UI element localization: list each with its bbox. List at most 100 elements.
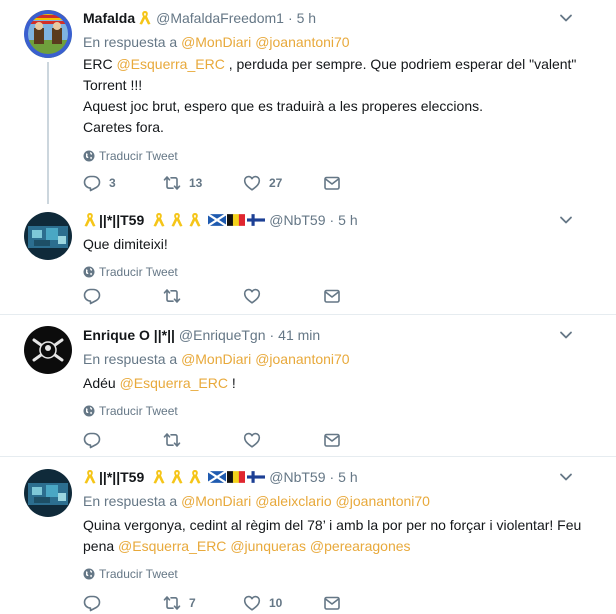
like-button[interactable]: 10 <box>243 594 323 612</box>
mention-link[interactable]: @joanantoni70 <box>255 34 349 50</box>
translate-tweet-link[interactable]: Traducir Tweet <box>83 264 604 280</box>
translate-tweet-link[interactable]: Traducir Tweet <box>83 148 604 164</box>
text-line: Quina vergonya, cedint al règim del 78’ … <box>83 517 582 533</box>
translate-label: Traducir Tweet <box>99 404 178 418</box>
ribbon-icon <box>138 10 152 26</box>
reply-prefix: En respuesta a <box>83 351 178 367</box>
mention-link[interactable]: @Esquerra_ERC <box>120 375 228 391</box>
caret-down-icon[interactable] <box>558 469 574 485</box>
belgium-flag-icon <box>227 471 245 483</box>
direct-message-button[interactable] <box>323 287 353 305</box>
mention-link[interactable]: @aleixclario <box>255 493 331 509</box>
timestamp[interactable]: 5 h <box>297 9 316 27</box>
separator-dot: · <box>329 212 335 228</box>
display-name[interactable]: Mafalda <box>83 9 135 27</box>
like-icon <box>243 174 261 192</box>
tweet-header: ||*||T59 @NbT59 · 5 h <box>83 467 604 487</box>
like-icon <box>243 287 261 305</box>
reply-button[interactable] <box>83 431 163 449</box>
scotland-flag-icon <box>208 471 226 483</box>
like-button[interactable] <box>243 287 323 305</box>
like-button[interactable] <box>243 431 323 449</box>
separator-dot: · <box>329 469 335 485</box>
like-icon <box>243 594 261 612</box>
text-fragment: ! <box>227 375 236 391</box>
retweet-icon <box>163 287 181 305</box>
mention-link[interactable]: @MonDiari <box>181 493 251 509</box>
like-count: 27 <box>269 176 283 190</box>
tweet-mafalda[interactable]: Mafalda @MafaldaFreedom1 · 5 h En respue… <box>0 0 616 204</box>
user-handle[interactable]: @EnriqueTgn <box>179 326 266 344</box>
reply-button[interactable]: 3 <box>83 174 163 192</box>
translate-label: Traducir Tweet <box>99 149 178 163</box>
direct-message-icon <box>323 594 341 612</box>
reply-context: En respuesta a @MonDiari @joanantoni70 <box>83 32 604 52</box>
text-line: Torrent !!! <box>83 77 143 93</box>
reply-button[interactable] <box>83 287 163 305</box>
finland-flag-icon <box>247 214 265 226</box>
like-button[interactable]: 27 <box>243 174 323 192</box>
tweet-actions: 3 13 27 <box>83 172 353 194</box>
direct-message-button[interactable] <box>323 431 353 449</box>
tweet-header: Enrique O ||*|| @EnriqueTgn · 41 min <box>83 325 604 345</box>
direct-message-icon <box>323 174 341 192</box>
tweet-actions <box>83 285 353 307</box>
direct-message-button[interactable] <box>323 594 353 612</box>
avatar-image <box>24 326 72 374</box>
retweet-button[interactable]: 7 <box>163 594 243 612</box>
finland-flag-icon <box>247 471 265 483</box>
mention-link[interactable]: @joanantoni70 <box>336 493 430 509</box>
tweet-nbt59[interactable]: ||*||T59 @NbT59 · 5 h En respuesta a @Mo… <box>0 457 616 611</box>
separator-dot: · <box>269 327 275 343</box>
avatar[interactable] <box>24 212 72 260</box>
tweet-enrique[interactable]: Enrique O ||*|| @EnriqueTgn · 41 min En … <box>0 315 616 455</box>
tweet-text: Quina vergonya, cedint al règim del 78’ … <box>83 515 604 557</box>
text-fragment: ERC <box>83 56 117 72</box>
mention-link[interactable]: @MonDiari <box>181 34 251 50</box>
tweet-text: ERC @Esquerra_ERC , perduda per sempre. … <box>83 54 604 138</box>
text-line: Caretes fora. <box>83 119 164 135</box>
user-handle[interactable]: @MafaldaFreedom1 <box>156 9 284 27</box>
mention-link[interactable]: @perearagones <box>310 538 411 554</box>
ribbon-icon <box>83 212 97 228</box>
globe-icon <box>83 405 95 417</box>
translate-tweet-link[interactable]: Traducir Tweet <box>83 403 604 419</box>
avatar[interactable] <box>24 10 72 58</box>
tweet-nbt59-reply[interactable]: ||*||T59 @NbT59 · 5 h Que dimiteixi! Tra… <box>0 200 616 312</box>
display-name[interactable]: ||*||T59 <box>99 211 144 229</box>
display-name[interactable]: Enrique O ||*|| <box>83 326 175 344</box>
direct-message-button[interactable] <box>323 174 353 192</box>
direct-message-icon <box>323 431 341 449</box>
tweet-header: Mafalda @MafaldaFreedom1 · 5 h <box>83 8 604 28</box>
retweet-button[interactable] <box>163 431 243 449</box>
translate-label: Traducir Tweet <box>99 567 178 581</box>
avatar[interactable] <box>24 469 72 517</box>
like-icon <box>243 431 261 449</box>
retweet-button[interactable]: 13 <box>163 174 243 192</box>
caret-down-icon[interactable] <box>558 212 574 228</box>
mention-link[interactable]: @junqueras <box>230 538 306 554</box>
display-name[interactable]: ||*||T59 <box>99 468 144 486</box>
thread-line <box>47 62 49 204</box>
caret-down-icon[interactable] <box>558 327 574 343</box>
reply-button[interactable] <box>83 594 163 612</box>
avatar[interactable] <box>24 326 72 374</box>
caret-down-icon[interactable] <box>558 10 574 26</box>
tweet-header: ||*||T59 @NbT59 · 5 h <box>83 210 604 230</box>
ribbon-icon <box>152 212 166 228</box>
mention-link[interactable]: @Esquerra_ERC <box>116 56 224 72</box>
retweet-count: 7 <box>189 596 196 610</box>
timestamp[interactable]: 5 h <box>338 211 357 229</box>
user-handle[interactable]: @NbT59 <box>269 468 325 486</box>
mention-link[interactable]: @MonDiari <box>181 351 251 367</box>
user-handle[interactable]: @NbT59 <box>269 211 325 229</box>
mention-link[interactable]: @joanantoni70 <box>255 351 349 367</box>
direct-message-icon <box>323 287 341 305</box>
translate-tweet-link[interactable]: Traducir Tweet <box>83 566 604 582</box>
mention-link[interactable]: @Esquerra_ERC <box>118 538 226 554</box>
text-fragment: pena <box>83 538 119 554</box>
timestamp[interactable]: 5 h <box>338 468 357 486</box>
timestamp[interactable]: 41 min <box>278 326 320 344</box>
retweet-button[interactable] <box>163 287 243 305</box>
tweet-actions <box>83 429 353 451</box>
